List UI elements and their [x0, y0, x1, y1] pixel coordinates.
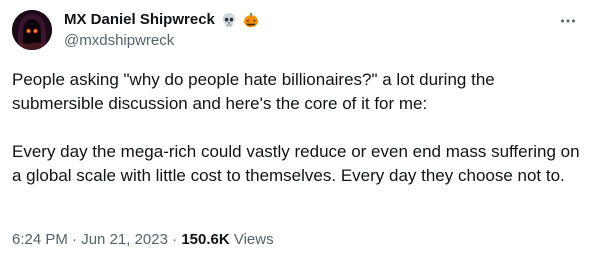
- author-display-name[interactable]: MX Daniel Shipwreck: [64, 10, 215, 30]
- author-handle[interactable]: @mxdshipwreck: [64, 31, 174, 51]
- views-label: Views: [229, 231, 274, 248]
- tweet-metadata: 6:24 PM · Jun 21, 2023 · 150.6K Views: [12, 230, 274, 250]
- author-name-row: MX Daniel Shipwreck: [64, 10, 259, 30]
- meta-separator: ·: [167, 231, 182, 248]
- skull-emoji-icon: [221, 12, 237, 28]
- avatar[interactable]: [12, 10, 52, 50]
- tweet-text: People asking "why do people hate billio…: [12, 68, 582, 188]
- meta-separator: ·: [67, 231, 82, 248]
- more-options-button[interactable]: [557, 10, 579, 32]
- more-dots-icon: [561, 19, 575, 23]
- tweet-card: MX Daniel Shipwreck @mxdshipwreck People…: [0, 0, 593, 258]
- tweet-paragraph: People asking "why do people hate billio…: [12, 70, 500, 113]
- hooded-figure-avatar-image: [12, 10, 52, 50]
- tweet-time: 6:24 PM: [12, 231, 68, 248]
- views-count: 150.6K: [181, 231, 230, 248]
- jack-o-lantern-emoji-icon: [243, 12, 259, 28]
- timestamp-link[interactable]: 6:24 PM · Jun 21, 2023: [12, 231, 168, 248]
- tweet-date: Jun 21, 2023: [81, 231, 168, 248]
- tweet-paragraph: Every day the mega-rich could vastly red…: [12, 142, 585, 185]
